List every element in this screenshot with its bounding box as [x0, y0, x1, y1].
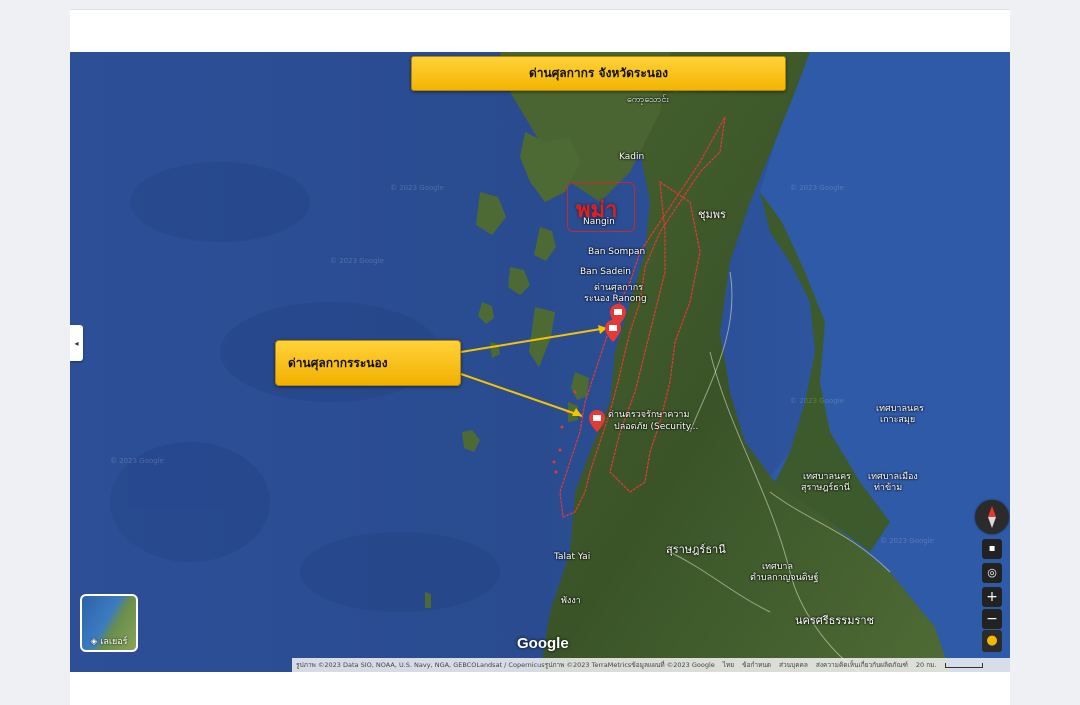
- place-ban-sompan: Ban Sompan: [588, 247, 646, 257]
- terms-link[interactable]: ข้อกำหนด: [742, 660, 771, 670]
- place-ban-sadein: Ban Sadein: [580, 267, 631, 277]
- place-tha-khan-line2: ท่าข้าม: [874, 483, 903, 493]
- scale-bar: [944, 662, 983, 668]
- attribution-imagery: รูปภาพ ©2023 Data SIO, NOAA, U.S. Navy, …: [296, 661, 715, 669]
- place-nakhon-si: นครศรีธรรมราช: [795, 614, 875, 627]
- title-banner: ด่านศุลกากร จังหวัดระนอง: [411, 56, 786, 91]
- satellite-terrain: [70, 52, 1010, 672]
- scale-label: 20 กม.: [915, 661, 937, 669]
- side-panel-toggle[interactable]: ◂: [70, 325, 83, 361]
- place-chumphon: ชุมพร: [698, 208, 726, 221]
- language-link[interactable]: ไทย: [723, 660, 734, 670]
- place-samui-line2: เกาะสมุย: [880, 415, 916, 425]
- place-kanchanadit-line2: ตำบลกาญจนดิษฐ์: [750, 573, 819, 583]
- place-kawthaung: ကော့သောင်း: [627, 95, 669, 105]
- place-surat-thani: สุราษฎร์ธานี: [666, 543, 726, 556]
- feedback-link[interactable]: ส่งความคิดเห็นเกี่ยวกับผลิตภัณฑ์: [816, 660, 908, 670]
- pegman-icon[interactable]: ●: [982, 630, 1002, 652]
- watermark: © 2023 Google: [390, 184, 444, 192]
- privacy-link[interactable]: ส่วนบุคคล: [779, 660, 808, 670]
- place-phang-nga: พังงา: [561, 596, 581, 606]
- attribution-bar: รูปภาพ ©2023 Data SIO, NOAA, U.S. Navy, …: [292, 658, 1010, 672]
- place-surat-city-line1: เทศบาลนคร: [803, 472, 852, 482]
- place-surat-city-line2: สุราษฎร์ธานี: [801, 483, 850, 493]
- my-location-icon[interactable]: ◎: [982, 563, 1002, 583]
- place-kanchanadit-line1: เทศบาล: [762, 562, 794, 572]
- watermark: © 2023 Google: [790, 184, 844, 192]
- callout-box: ด่านศุลกากรระนอง: [275, 340, 461, 386]
- layers-icon: ◈: [90, 637, 101, 647]
- place-tha-khan-line1: เทศบาลเมือง: [868, 472, 918, 482]
- compass-icon[interactable]: [975, 500, 1009, 534]
- watermark: © 2023 Google: [330, 257, 384, 265]
- zoom-in-button[interactable]: +: [982, 587, 1002, 607]
- customs-pin-icon[interactable]: [605, 320, 621, 342]
- place-talat-yai: Talat Yai: [554, 552, 591, 562]
- watermark: © 2023 Google: [790, 397, 844, 405]
- watermark: © 2023 Google: [110, 457, 164, 465]
- map-view[interactable]: © 2023 Google © 2023 Google © 2023 Googl…: [70, 52, 1010, 672]
- watermark: © 2023 Google: [880, 537, 934, 545]
- place-kadin: Kadin: [619, 152, 645, 162]
- customs-label-line1: ด่านศุลกากร: [594, 283, 644, 293]
- tilt-button[interactable]: ▪: [982, 539, 1002, 559]
- layers-button[interactable]: ◈ เลเยอร์: [80, 594, 138, 652]
- security-pin-icon[interactable]: [589, 410, 605, 432]
- security-label-line1: ด่านตรวจรักษาความ: [608, 410, 690, 420]
- google-logo: Google: [517, 635, 569, 652]
- security-label-line2: ปลอดภัย (Security...: [614, 422, 699, 432]
- layers-label: เลเยอร์: [100, 637, 128, 647]
- zoom-out-button[interactable]: −: [982, 609, 1002, 629]
- place-samui-line1: เทศบาลนคร: [876, 404, 925, 414]
- city-marker-text: พม่า: [576, 198, 618, 223]
